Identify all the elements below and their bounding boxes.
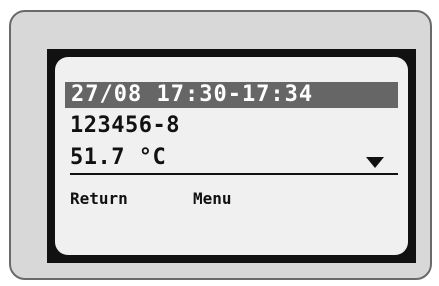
menu-softkey[interactable]: Menu bbox=[193, 191, 232, 207]
sensor-id: 123456-8 bbox=[70, 113, 180, 138]
device-body: 27/08 17:30-17:34 123456-8 51.7 °C Retur… bbox=[9, 10, 432, 280]
header-row: 27/08 17:30-17:34 bbox=[65, 82, 398, 108]
date-time-range: 27/08 17:30-17:34 bbox=[71, 82, 314, 107]
display-bezel: 27/08 17:30-17:34 123456-8 51.7 °C Retur… bbox=[47, 49, 416, 263]
temperature-value[interactable]: 51.7 °C bbox=[70, 147, 166, 169]
value-underline bbox=[70, 173, 398, 175]
return-softkey[interactable]: Return bbox=[70, 191, 128, 207]
lcd-screen: 27/08 17:30-17:34 123456-8 51.7 °C Retur… bbox=[55, 57, 408, 255]
triangle-down-icon[interactable] bbox=[366, 157, 384, 168]
